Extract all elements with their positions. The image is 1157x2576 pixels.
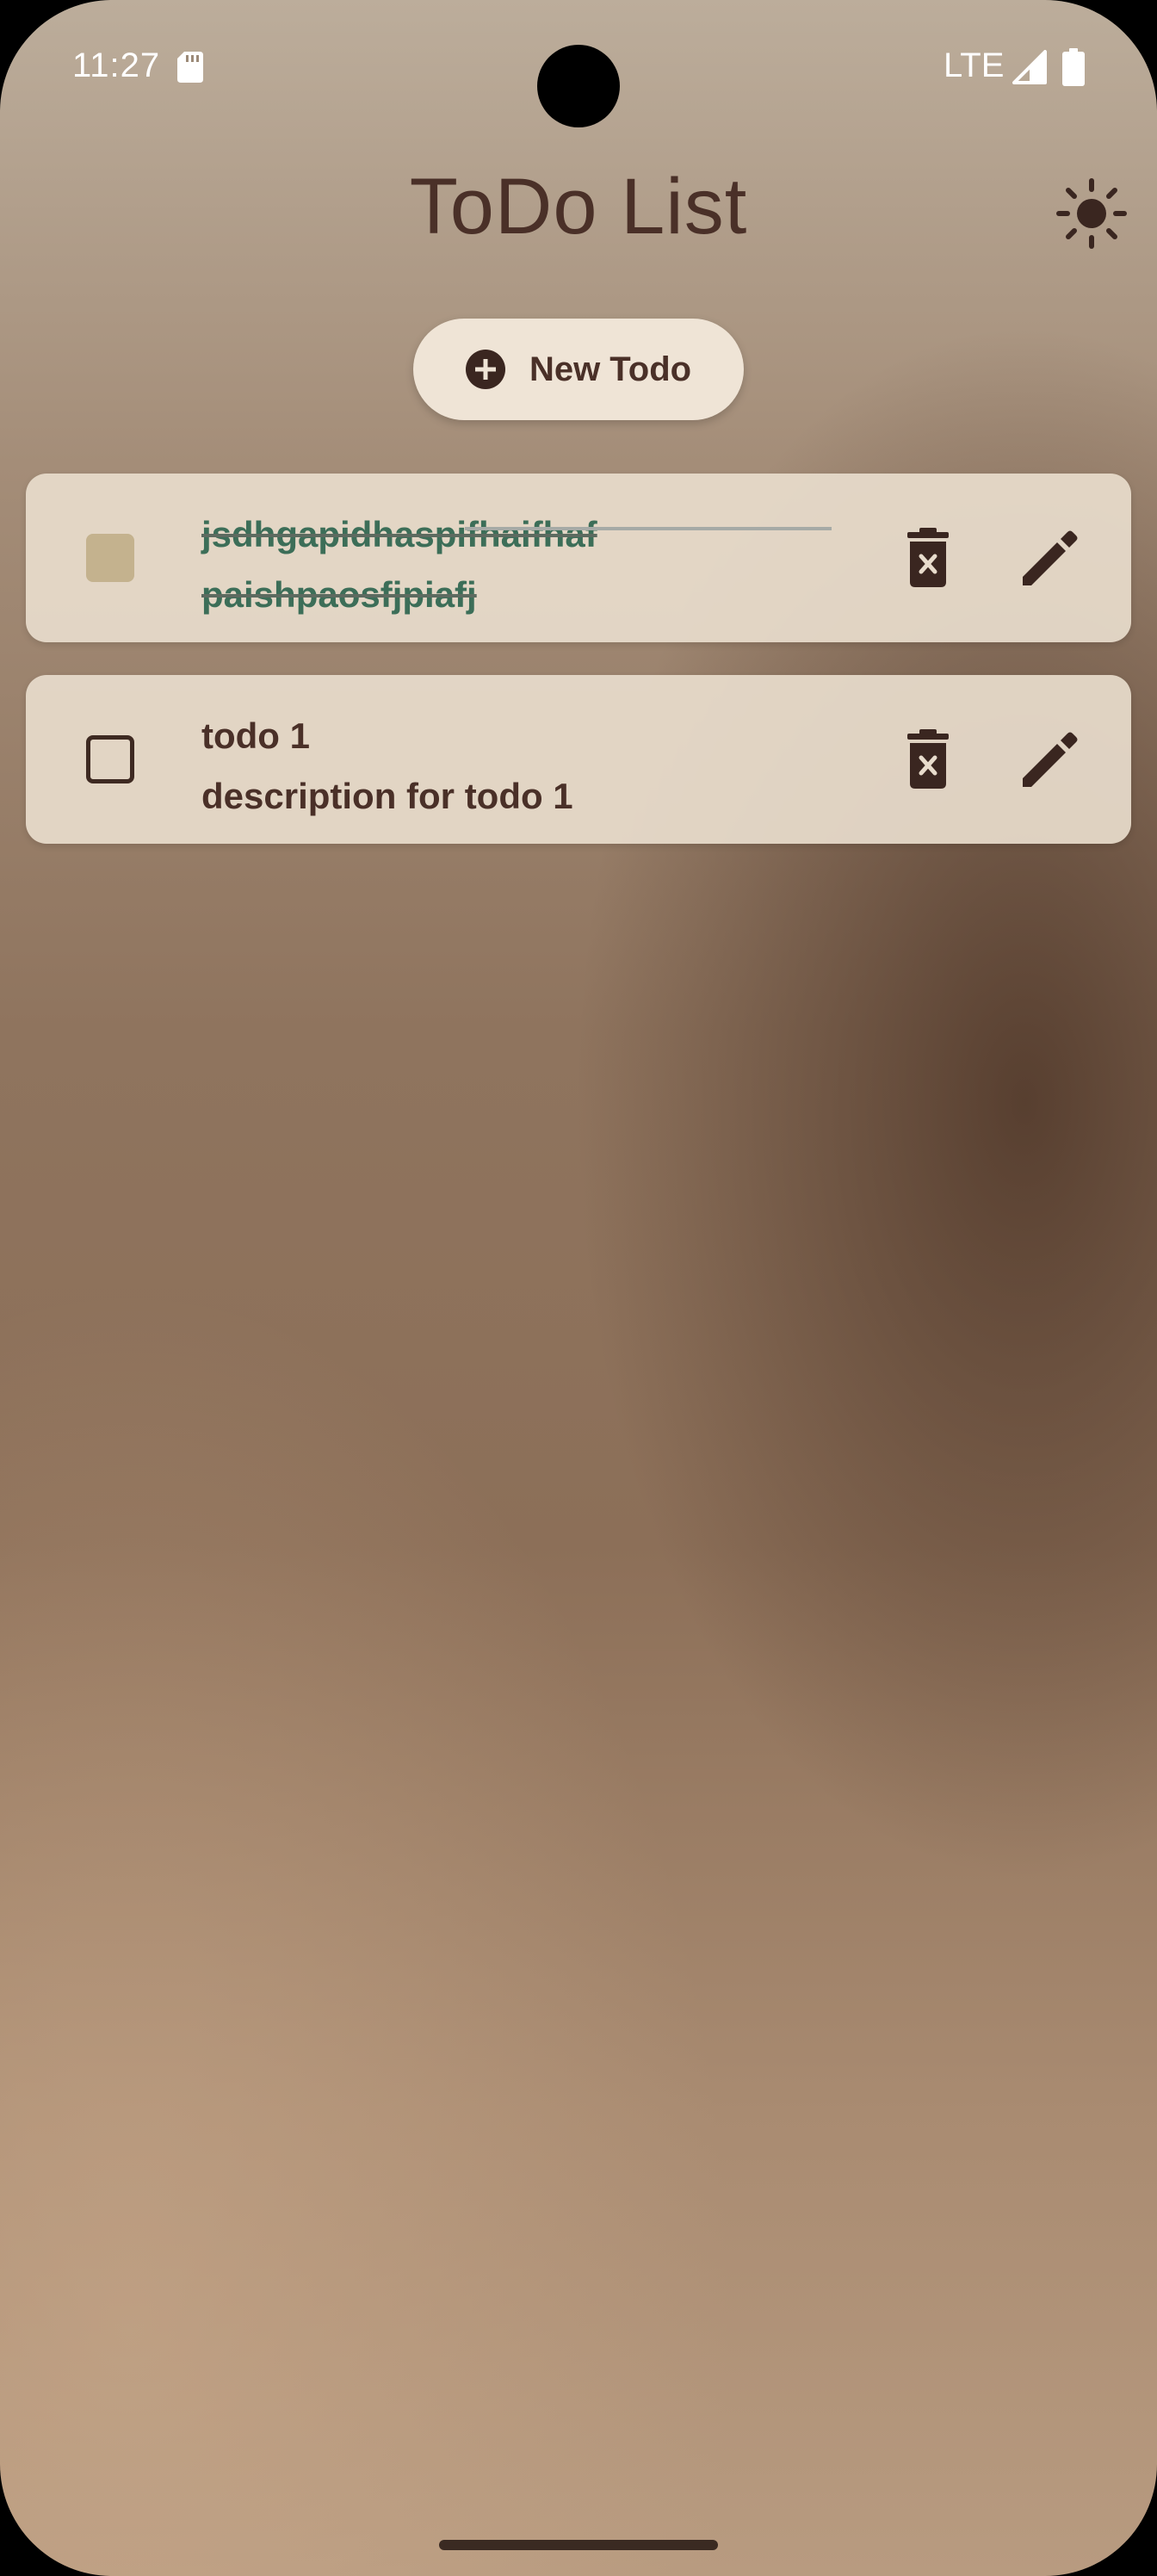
new-todo-button[interactable]: New Todo <box>413 319 744 420</box>
add-circle-icon <box>465 350 505 389</box>
new-todo-label: New Todo <box>529 350 692 388</box>
camera-cutout <box>537 45 620 127</box>
status-bar: 11:27 LTE <box>0 0 1157 138</box>
todo-card: jsdhgapidhaspifhaifhaf paishpaosfjpiafj <box>26 474 1131 642</box>
todo-text: jsdhgapidhaspifhaifhaf paishpaosfjpiafj <box>201 505 856 625</box>
sd-card-icon <box>177 52 203 83</box>
todo-title: todo 1 <box>201 715 310 756</box>
todo-checkbox[interactable] <box>86 534 134 582</box>
sun-icon[interactable] <box>1055 177 1128 250</box>
todo-checkbox[interactable] <box>86 735 134 783</box>
todo-description: description for todo 1 <box>201 776 573 816</box>
todo-title: jsdhgapidhaspifhaifhaf <box>201 514 597 554</box>
page-title: ToDo List <box>409 163 748 251</box>
edit-icon[interactable] <box>1016 725 1085 794</box>
delete-icon[interactable] <box>895 727 961 792</box>
todo-text: todo 1 description for todo 1 <box>201 706 856 827</box>
edit-icon[interactable] <box>1016 523 1085 592</box>
app-screen: 11:27 LTE ToDo List New Todo jsdhgapidha… <box>0 0 1157 2576</box>
network-type: LTE <box>944 46 1005 84</box>
delete-icon[interactable] <box>895 525 961 591</box>
home-indicator[interactable] <box>439 2540 718 2550</box>
todo-card: todo 1 description for todo 1 <box>26 675 1131 844</box>
todo-description: paishpaosfjpiafj <box>201 574 477 615</box>
battery-icon <box>1062 48 1085 86</box>
signal-icon <box>1012 50 1047 84</box>
status-time: 11:27 <box>72 46 161 84</box>
strikethrough-line <box>465 527 832 530</box>
